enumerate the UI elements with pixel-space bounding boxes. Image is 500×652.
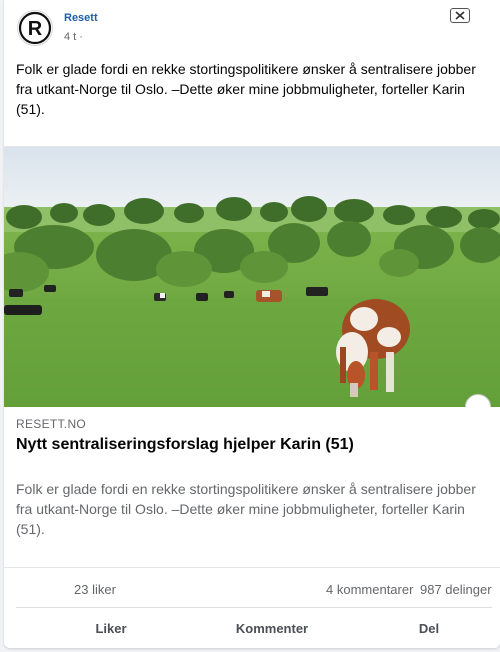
close-button[interactable]	[450, 8, 470, 23]
link-title[interactable]: Nytt sentraliseringsforslag hjelper Kari…	[16, 436, 486, 454]
svg-text:R: R	[28, 18, 43, 40]
page-avatar[interactable]: R	[17, 10, 53, 46]
shares-count[interactable]: 987 delinger	[420, 582, 492, 597]
post-timestamp[interactable]: 4 t ·	[64, 31, 83, 43]
share-button[interactable]: Del	[366, 608, 492, 648]
comment-button[interactable]: Kommenter	[182, 608, 362, 648]
resett-logo-icon: R	[18, 11, 52, 45]
link-domain: RESETT.NO	[16, 417, 87, 431]
post-card: R Resett 4 t · Folk er glade fordi en re…	[4, 0, 500, 648]
link-preview-image[interactable]	[4, 146, 500, 408]
comments-count[interactable]: 4 kommentarer	[326, 582, 413, 597]
link-description: Folk er glade fordi en rekke stortingspo…	[16, 481, 476, 537]
post-message: Folk er glade fordi en rekke stortingspo…	[16, 61, 476, 117]
page-name-link[interactable]: Resett	[64, 12, 98, 24]
link-preview[interactable]: RESETT.NO Nytt sentraliseringsforslag hj…	[4, 407, 500, 567]
post-header: R Resett 4 t ·	[4, 0, 500, 54]
likes-count[interactable]: 23 liker	[74, 582, 116, 597]
post-stats: 23 liker 4 kommentarer 987 delinger	[4, 567, 500, 608]
pasture-cows-image	[4, 147, 500, 408]
close-icon	[455, 11, 465, 20]
like-button[interactable]: Liker	[16, 608, 206, 648]
post-actions: Liker Kommenter Del	[16, 607, 492, 648]
